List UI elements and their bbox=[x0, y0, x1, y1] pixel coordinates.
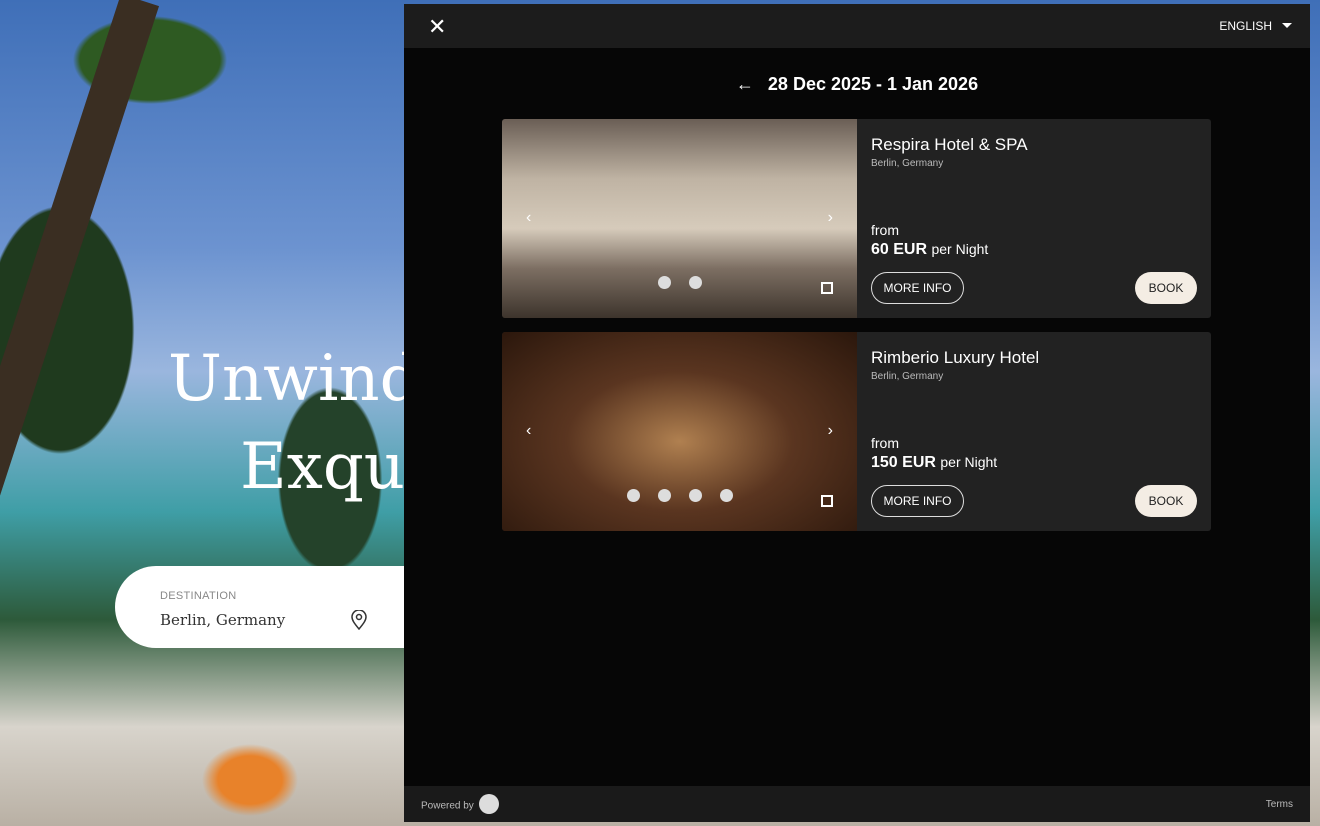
hotel-location: Berlin, Germany bbox=[871, 371, 944, 382]
chevron-left-icon[interactable]: ‹ bbox=[526, 422, 531, 440]
carousel-dot[interactable] bbox=[719, 489, 733, 502]
carousel-dot[interactable] bbox=[657, 276, 671, 289]
carousel-dot[interactable] bbox=[657, 489, 671, 502]
from-label: from bbox=[871, 222, 899, 238]
caret-down-icon bbox=[1282, 23, 1292, 33]
location-pin-icon bbox=[351, 610, 367, 630]
more-info-button[interactable]: MORE INFO bbox=[871, 272, 964, 304]
price-value: 150 EUR bbox=[871, 454, 936, 471]
book-button[interactable]: BOOK bbox=[1135, 272, 1197, 304]
hotel-name: Respira Hotel & SPA bbox=[871, 135, 1028, 154]
carousel-dot[interactable] bbox=[626, 489, 640, 502]
hotel-price: 150 EUR per Night bbox=[871, 454, 997, 472]
hotel-card: ‹ › Rimberio Luxury Hotel Berlin, German… bbox=[502, 332, 1211, 531]
back-arrow-icon[interactable]: ← bbox=[736, 74, 754, 94]
destination-field[interactable]: DESTINATION Berlin, Germany bbox=[115, 566, 415, 648]
date-range-header: ← 28 Dec 2025 - 1 Jan 2026 bbox=[404, 74, 1310, 95]
destination-value: Berlin, Germany bbox=[160, 611, 286, 629]
close-icon[interactable]: ✕ bbox=[428, 14, 446, 40]
carousel-dot[interactable] bbox=[688, 489, 702, 502]
hero-title-line1: Unwind bbox=[168, 342, 421, 416]
powered-by-label: Powered by bbox=[421, 800, 474, 812]
book-button[interactable]: BOOK bbox=[1135, 485, 1197, 517]
modal-header: ✕ ENGLISH bbox=[404, 4, 1310, 48]
hotel-results-modal: ✕ ENGLISH ← 28 Dec 2025 - 1 Jan 2026 ‹ › … bbox=[404, 4, 1310, 822]
hotel-location: Berlin, Germany bbox=[871, 158, 944, 169]
fullscreen-icon[interactable] bbox=[821, 495, 833, 507]
more-info-button[interactable]: MORE INFO bbox=[871, 485, 964, 517]
chevron-right-icon[interactable]: › bbox=[828, 209, 833, 227]
price-unit: per Night bbox=[931, 241, 989, 257]
chevron-left-icon[interactable]: ‹ bbox=[526, 209, 531, 227]
price-value: 60 EUR bbox=[871, 241, 928, 258]
fullscreen-icon[interactable] bbox=[821, 282, 833, 294]
from-label: from bbox=[871, 435, 899, 451]
provider-logo-icon[interactable] bbox=[478, 794, 499, 814]
carousel-dot[interactable] bbox=[688, 276, 702, 289]
language-select[interactable]: ENGLISH bbox=[1219, 19, 1292, 33]
modal-footer: Powered by Terms bbox=[404, 786, 1310, 822]
language-label: ENGLISH bbox=[1219, 19, 1272, 33]
hotel-price: 60 EUR per Night bbox=[871, 241, 988, 259]
hotel-name: Rimberio Luxury Hotel bbox=[871, 348, 1040, 367]
terms-link[interactable]: Terms bbox=[1266, 799, 1293, 810]
hero-title-line2: Exqui bbox=[240, 430, 426, 504]
chevron-right-icon[interactable]: › bbox=[828, 422, 833, 440]
destination-label: DESTINATION bbox=[160, 590, 237, 602]
hotel-card: ‹ › Respira Hotel & SPA Berlin, Germany … bbox=[502, 119, 1211, 318]
price-unit: per Night bbox=[940, 454, 998, 470]
date-range: 28 Dec 2025 - 1 Jan 2026 bbox=[767, 74, 979, 94]
powered-by: Powered by bbox=[421, 794, 499, 814]
hotel-image-carousel[interactable]: ‹ › bbox=[502, 119, 857, 318]
hotel-image-carousel[interactable]: ‹ › bbox=[502, 332, 857, 531]
